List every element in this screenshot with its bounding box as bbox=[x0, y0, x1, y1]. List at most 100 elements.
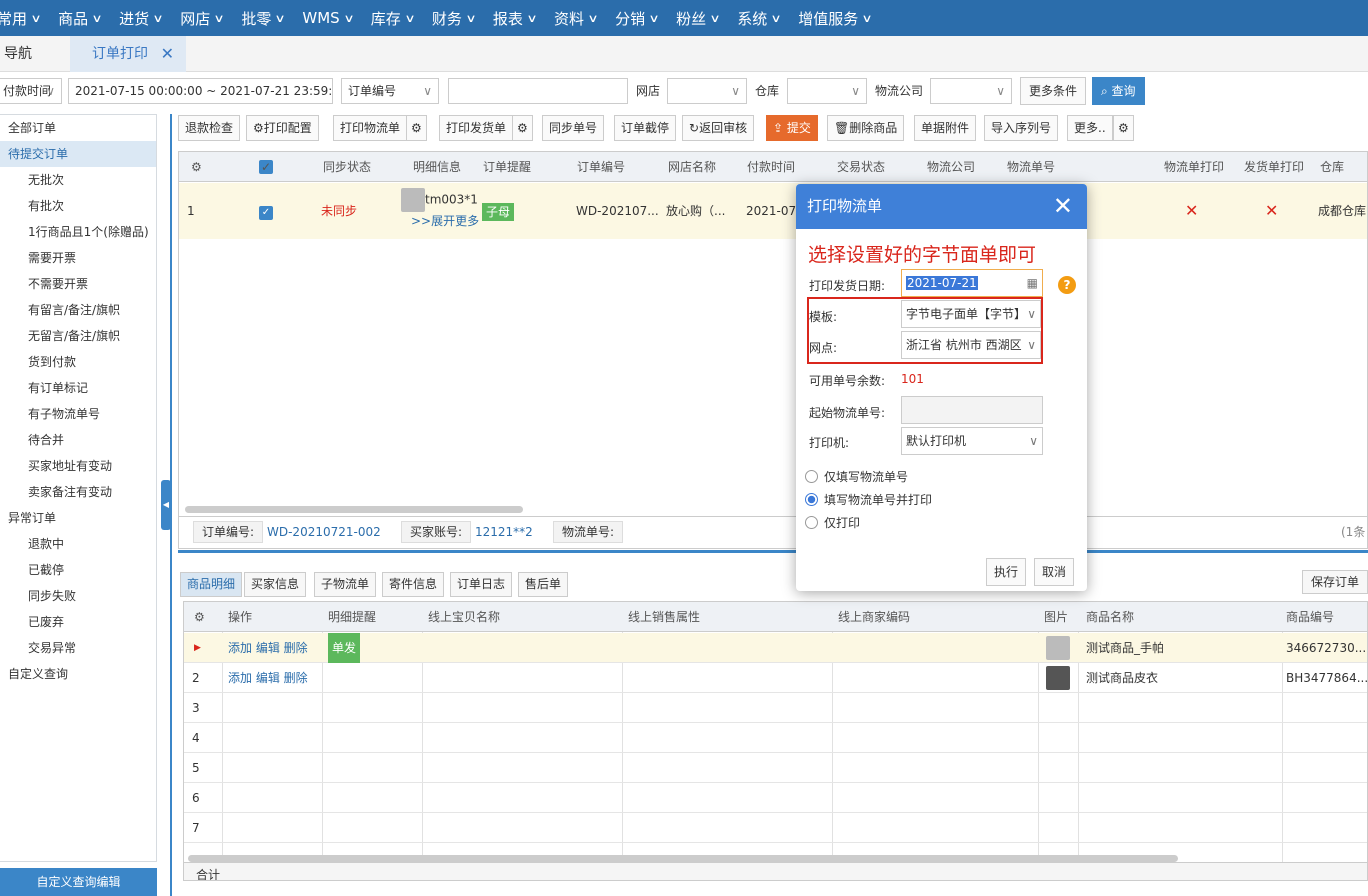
col-order-no[interactable]: 订单编号 bbox=[577, 152, 625, 182]
tab-goods-detail[interactable]: 商品明细 bbox=[180, 572, 243, 597]
col-goods-name[interactable]: 商品名称 bbox=[1086, 602, 1134, 632]
tab-after-sale[interactable]: 售后单 bbox=[518, 572, 569, 597]
sidebar-item-no-remark[interactable]: 无留言/备注/旗帜 bbox=[0, 323, 156, 349]
sidebar-item-need-invoice[interactable]: 需要开票 bbox=[0, 245, 156, 271]
close-icon[interactable]: ✕ bbox=[161, 36, 174, 72]
col-reminder[interactable]: 订单提醒 bbox=[483, 152, 531, 182]
sidebar-item-to-merge[interactable]: 待合并 bbox=[0, 427, 156, 453]
sidebar-item-single-line[interactable]: 1行商品且1个(除赠品) bbox=[0, 219, 156, 245]
sidebar-item-intercepted[interactable]: 已截停 bbox=[0, 557, 156, 583]
col-shop[interactable]: 网店名称 bbox=[668, 152, 716, 182]
tab-navigation[interactable]: 导航 bbox=[4, 36, 32, 72]
sidebar-item-seller-remark-changed[interactable]: 卖家备注有变动 bbox=[0, 479, 156, 505]
order-no-type-select[interactable]: 订单编号 ∨ bbox=[341, 78, 439, 104]
sync-tracking-button[interactable]: 同步单号 bbox=[542, 115, 605, 141]
custom-query-edit-button[interactable]: 自定义查询编辑 bbox=[0, 868, 157, 896]
print-logistics-button[interactable]: 打印物流单 bbox=[333, 115, 408, 141]
col-pay-time[interactable]: 付款时间 bbox=[747, 152, 795, 182]
nav-goods[interactable]: 商品 ∨ bbox=[58, 8, 103, 29]
nav-data[interactable]: 资料 ∨ bbox=[554, 8, 599, 29]
nav-report[interactable]: 报表 ∨ bbox=[493, 8, 538, 29]
nav-system[interactable]: 系统 ∨ bbox=[737, 8, 782, 29]
sidebar-item-custom-query[interactable]: 自定义查询 bbox=[0, 661, 156, 687]
date-range-input[interactable]: 2021-07-15 00:00:00 ~ 2021-07-21 23:59:5… bbox=[68, 78, 333, 104]
col-sync-status[interactable]: 同步状态 bbox=[323, 152, 371, 182]
ship-date-input[interactable]: 2021-07-21 ▦ bbox=[901, 269, 1043, 297]
sidebar-item-no-batch[interactable]: 无批次 bbox=[0, 167, 156, 193]
nav-fans[interactable]: 粉丝 ∨ bbox=[676, 8, 721, 29]
more-button[interactable]: 更多.. bbox=[1067, 115, 1113, 141]
print-shipping-button[interactable]: 打印发货单 bbox=[439, 115, 514, 141]
table-row[interactable]: 1 ✓ 未同步 tm003*1 >>展开更多 子母 WD-202107... 放… bbox=[179, 183, 1367, 239]
sidebar-item-trade-abnormal[interactable]: 交易异常 bbox=[0, 635, 156, 661]
col-online-code[interactable]: 线上商家编码 bbox=[838, 602, 910, 632]
col-online-name[interactable]: 线上宝贝名称 bbox=[428, 602, 500, 632]
sidebar-item-sub-tracking[interactable]: 有子物流单号 bbox=[0, 401, 156, 427]
nav-purchase[interactable]: 进货 ∨ bbox=[119, 8, 164, 29]
expand-more-link[interactable]: >>展开更多 bbox=[411, 211, 479, 231]
sidebar-item-refunding[interactable]: 退款中 bbox=[0, 531, 156, 557]
column-settings-icon[interactable]: ⚙ bbox=[191, 152, 202, 182]
sidebar-item-discarded[interactable]: 已废弃 bbox=[0, 609, 156, 635]
more-conditions-button[interactable]: 更多条件 bbox=[1020, 77, 1087, 105]
sidebar-item-has-batch[interactable]: 有批次 bbox=[0, 193, 156, 219]
warehouse-select[interactable]: ∨ bbox=[787, 78, 867, 104]
table-row[interactable]: 7 bbox=[184, 813, 1367, 843]
sidebar-item-no-invoice[interactable]: 不需要开票 bbox=[0, 271, 156, 297]
row-checkbox[interactable]: ✓ bbox=[259, 204, 273, 220]
print-shipping-settings[interactable]: ⚙ bbox=[512, 115, 533, 141]
return-audit-button[interactable]: ↻返回审核 bbox=[682, 115, 755, 141]
template-select[interactable]: 字节电子面单【字节】 ∨ bbox=[901, 300, 1041, 328]
time-type-select[interactable]: 付款时间 ∨ bbox=[0, 78, 62, 104]
row-operations[interactable]: 添加 编辑 删除 bbox=[228, 633, 308, 663]
sidebar-item-has-remark[interactable]: 有留言/备注/旗帜 bbox=[0, 297, 156, 323]
goods-grid-scrollbar[interactable] bbox=[188, 855, 1178, 862]
help-icon[interactable]: ? bbox=[1058, 276, 1076, 294]
col-operation[interactable]: 操作 bbox=[228, 602, 252, 632]
table-row[interactable]: 5 bbox=[184, 753, 1367, 783]
col-logistics[interactable]: 物流公司 bbox=[927, 152, 975, 182]
col-shipping-print[interactable]: 发货单打印 bbox=[1244, 152, 1304, 182]
table-row[interactable]: 2 添加 编辑 删除 测试商品皮衣 BH3477864... bbox=[184, 663, 1367, 693]
print-config-button[interactable]: ⚙打印配置 bbox=[246, 115, 319, 141]
print-logistics-settings[interactable]: ⚙ bbox=[406, 115, 427, 141]
row-operations[interactable]: 添加 编辑 删除 bbox=[228, 663, 308, 693]
sidebar-item-abnormal[interactable]: 异常订单 bbox=[0, 505, 156, 531]
cancel-button[interactable]: 取消 bbox=[1034, 558, 1075, 586]
query-button[interactable]: ⌕ 查询 bbox=[1092, 77, 1145, 105]
nav-distribution[interactable]: 分销 ∨ bbox=[615, 8, 660, 29]
nav-common[interactable]: 常用 ∨ bbox=[0, 8, 42, 29]
col-goods-code[interactable]: 商品编号 bbox=[1286, 602, 1334, 632]
tab-order-log[interactable]: 订单日志 bbox=[450, 572, 513, 597]
col-detail-reminder[interactable]: 明细提醒 bbox=[328, 602, 376, 632]
tab-sub-tracking[interactable]: 子物流单 bbox=[314, 572, 377, 597]
order-no-input[interactable] bbox=[448, 78, 628, 104]
calendar-icon[interactable]: ▦ bbox=[1024, 270, 1038, 296]
sidebar-item-buyer-address-changed[interactable]: 买家地址有变动 bbox=[0, 453, 156, 479]
shop-select[interactable]: ∨ bbox=[667, 78, 747, 104]
tab-order-print[interactable]: 订单打印 ✕ bbox=[70, 36, 186, 72]
refund-check-button[interactable]: 退款检查 bbox=[178, 115, 241, 141]
table-row[interactable]: 6 bbox=[184, 783, 1367, 813]
radio-print-only[interactable]: 仅打印 bbox=[805, 514, 860, 531]
col-logistics-print[interactable]: 物流单打印 bbox=[1164, 152, 1224, 182]
table-row[interactable]: 3 bbox=[184, 693, 1367, 723]
select-all-checkbox[interactable]: ✓ bbox=[259, 160, 273, 174]
col-online-attr[interactable]: 线上销售属性 bbox=[628, 602, 700, 632]
nav-value-added[interactable]: 增值服务 ∨ bbox=[798, 8, 873, 29]
execute-button[interactable]: 执行 bbox=[986, 558, 1027, 586]
tab-buyer-info[interactable]: 买家信息 bbox=[244, 572, 307, 597]
outlet-select[interactable]: 浙江省 杭州市 西湖区 ∨ bbox=[901, 331, 1041, 359]
column-settings-icon[interactable]: ⚙ bbox=[194, 602, 205, 632]
sidebar-item-all-orders[interactable]: 全部订单 bbox=[0, 115, 156, 141]
import-serial-button[interactable]: 导入序列号 bbox=[984, 115, 1059, 141]
nav-shop[interactable]: 网店 ∨ bbox=[180, 8, 225, 29]
nav-stock[interactable]: 库存 ∨ bbox=[371, 8, 416, 29]
table-row[interactable]: ▶ 添加 编辑 删除 单发 测试商品_手帕 346672730... bbox=[184, 633, 1367, 663]
delete-goods-button[interactable]: 🗑删除商品 bbox=[827, 115, 905, 141]
nav-wholesale[interactable]: 批零 ∨ bbox=[241, 8, 286, 29]
nav-wms[interactable]: WMS ∨ bbox=[302, 9, 354, 27]
toolbar-settings[interactable]: ⚙ bbox=[1113, 115, 1134, 141]
attachment-button[interactable]: 单据附件 bbox=[914, 115, 977, 141]
radio-fill-and-print[interactable]: 填写物流单号并打印 bbox=[805, 491, 932, 508]
